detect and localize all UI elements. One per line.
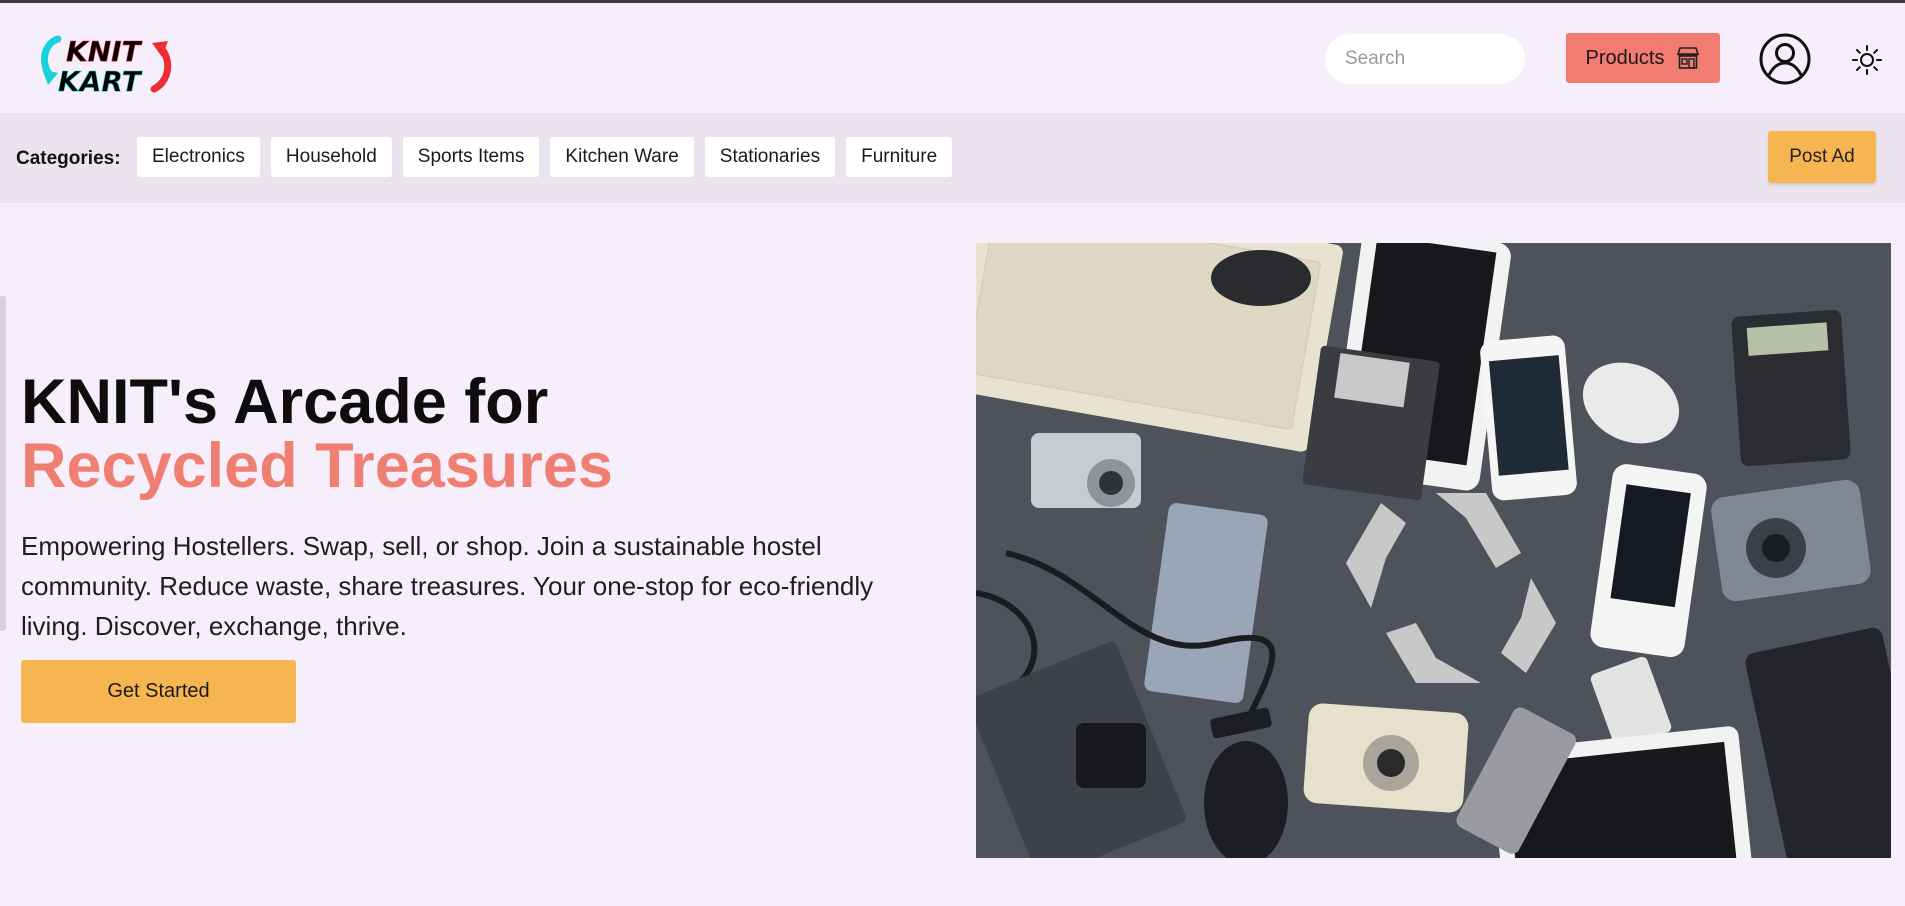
store-icon: [1677, 47, 1700, 69]
category-kitchen-ware[interactable]: Kitchen Ware: [550, 137, 694, 177]
category-furniture[interactable]: Furniture: [846, 137, 953, 177]
hero-electronics-image: [976, 243, 1891, 858]
hero-description: Empowering Hostellers. Swap, sell, or sh…: [21, 531, 874, 641]
categories-label: Categories:: [16, 148, 121, 169]
search-bar[interactable]: [1325, 34, 1590, 84]
hero-title: KNIT's Arcade for Recycled Treasures: [21, 370, 613, 498]
category-bar: Categories: Electronics Household Sports…: [0, 113, 1905, 203]
category-stationaries[interactable]: Stationaries: [704, 137, 836, 177]
category-sports-items[interactable]: Sports Items: [402, 137, 540, 177]
category-household[interactable]: Household: [270, 137, 392, 177]
logo-line2: KART: [58, 65, 143, 98]
logo-line1: KNIT: [66, 35, 143, 68]
side-scroll-handle[interactable]: [0, 296, 6, 631]
products-button[interactable]: Products: [1566, 33, 1720, 83]
category-electronics[interactable]: Electronics: [137, 137, 260, 177]
category-list: Electronics Household Sports Items Kitch…: [137, 137, 953, 177]
hero-title-line1: KNIT's Arcade for: [21, 367, 549, 437]
site-header: KNIT KART Products: [0, 3, 1905, 113]
post-ad-button[interactable]: Post Ad: [1768, 131, 1876, 183]
search-input[interactable]: [1345, 48, 1590, 70]
sun-icon[interactable]: [1851, 44, 1883, 76]
hero-title-line2: Recycled Treasures: [21, 431, 613, 501]
knitkart-logo[interactable]: KNIT KART: [36, 29, 176, 99]
get-started-button[interactable]: Get Started: [21, 660, 296, 723]
user-circle-icon[interactable]: [1759, 33, 1811, 85]
products-label: Products: [1585, 46, 1665, 69]
